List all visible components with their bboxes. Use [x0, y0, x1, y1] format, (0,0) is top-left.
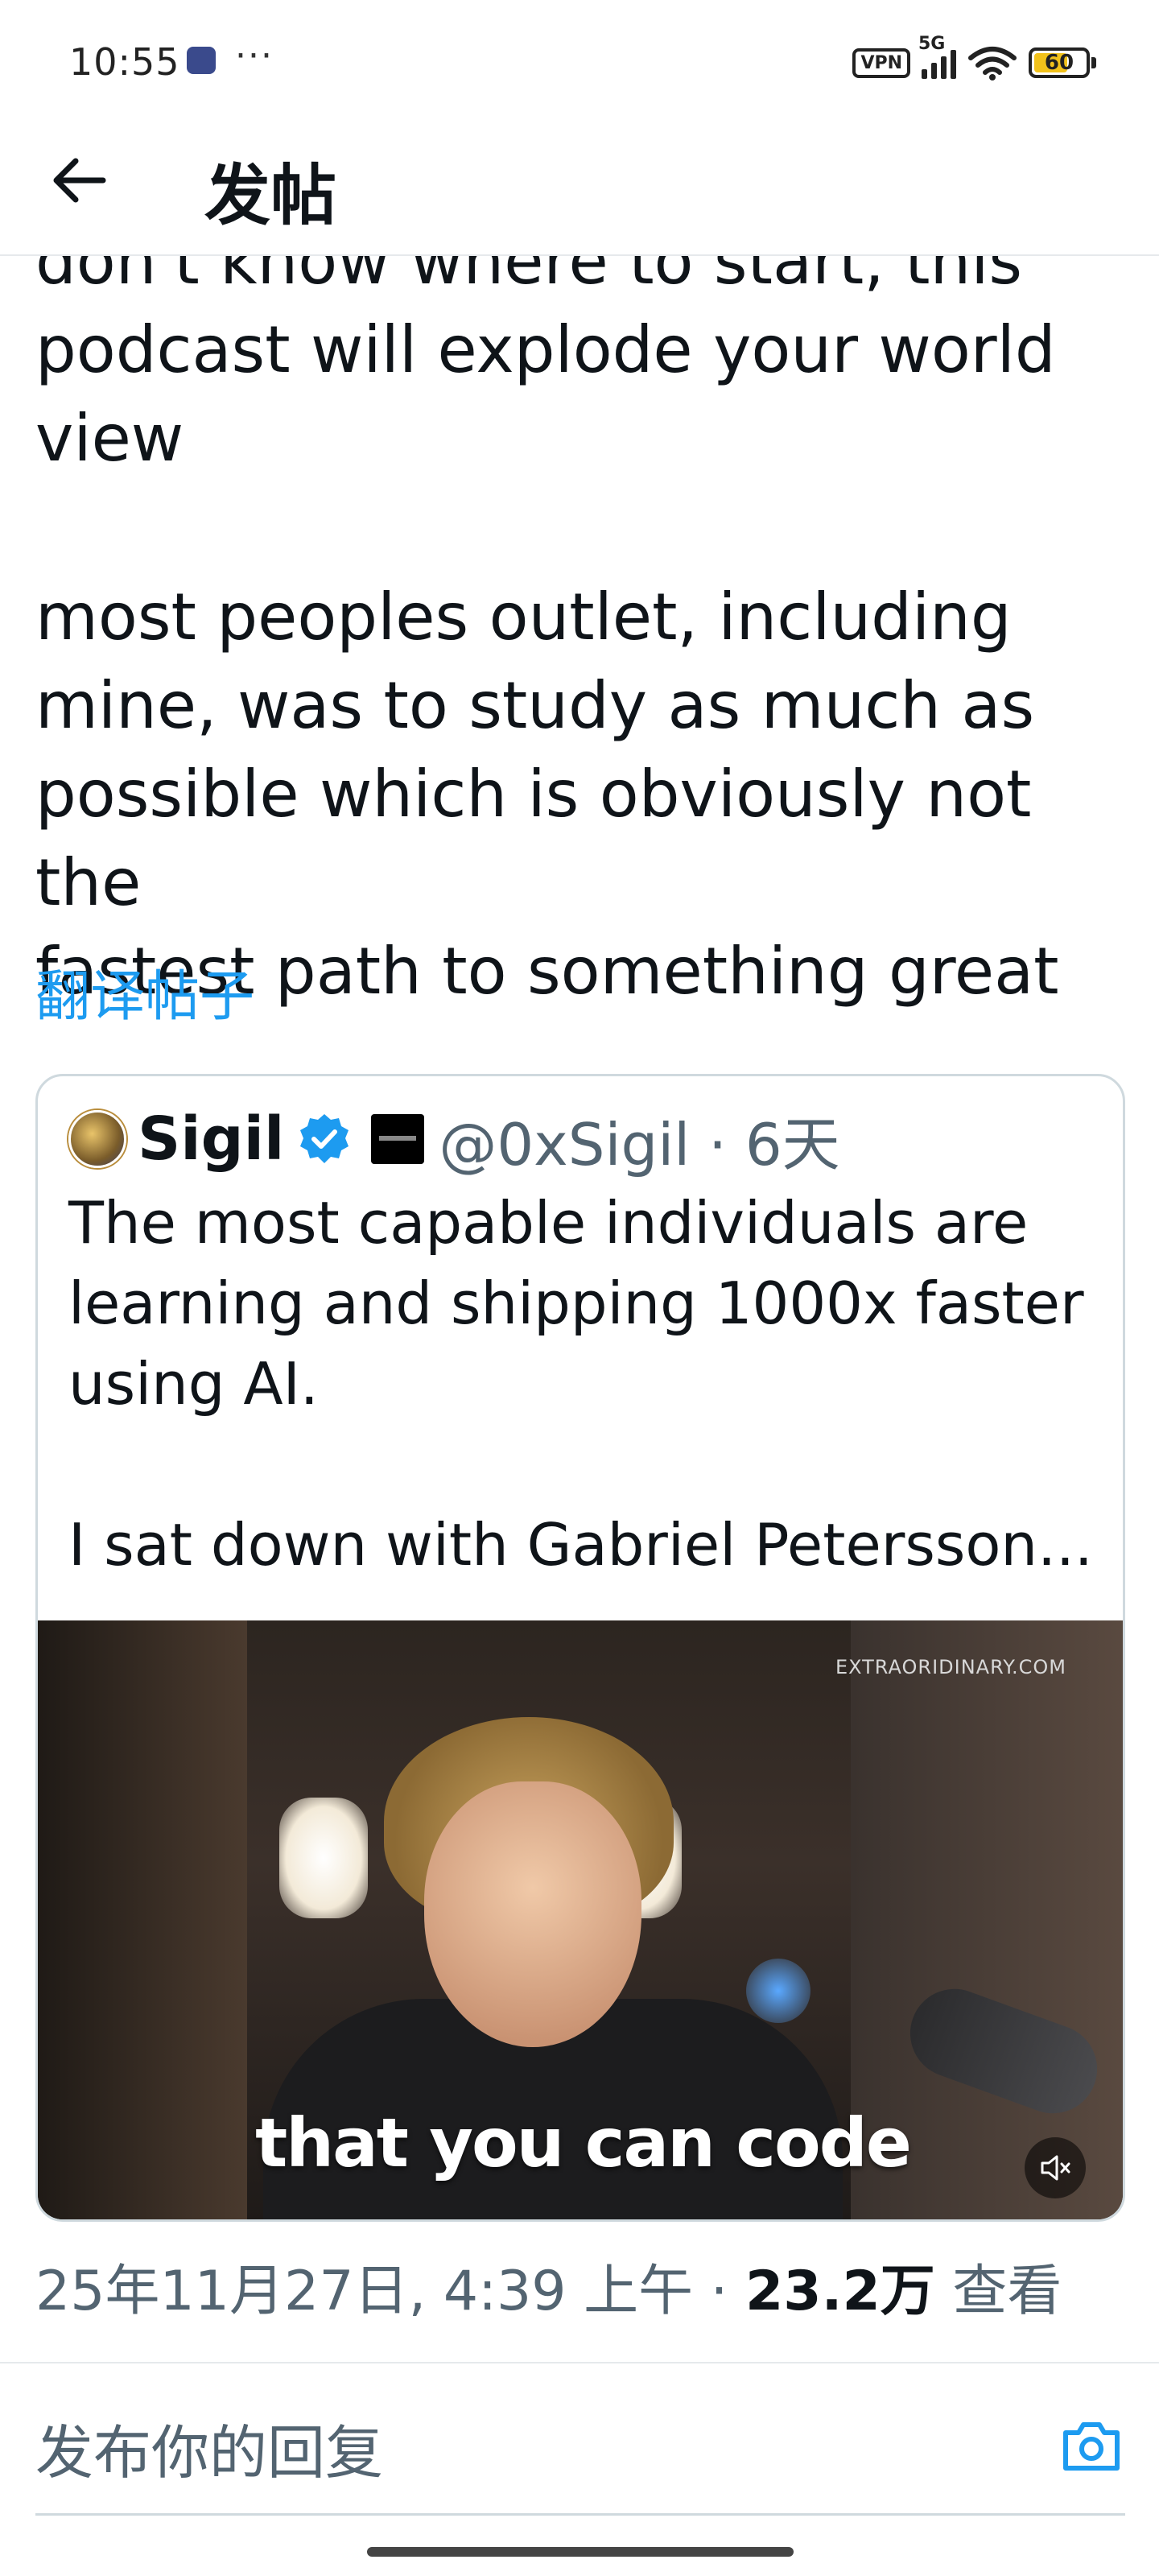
divider	[0, 2362, 1159, 2363]
reply-input[interactable]: 发布你的回复	[35, 2405, 383, 2490]
battery-icon: 60	[1029, 47, 1096, 78]
tweet-meta: 25年11月27日, 4:39 上午 · 23.2万 查看	[35, 2246, 1062, 2326]
quoted-tweet-header: Sigil @0xSigil · 6天	[68, 1100, 840, 1179]
top-bar: 发帖	[0, 121, 1159, 256]
status-icons: VPN 5G 60	[852, 34, 1096, 85]
mute-icon[interactable]	[1025, 2137, 1086, 2198]
reply-underline	[35, 2513, 1125, 2516]
translate-post-link[interactable]: 翻译帖子	[35, 952, 254, 1031]
camera-icon[interactable]	[1061, 2418, 1122, 2473]
video-watermark: EXTRAORIDINARY.COM	[835, 1656, 1066, 1678]
battery-percent: 60	[1044, 51, 1074, 75]
video-caption: that you can code	[255, 2103, 912, 2182]
view-label: 查看	[934, 2260, 1062, 2323]
video-player[interactable]: EXTRAORIDINARY.COM that you can code	[38, 1620, 1123, 2219]
avatar[interactable]	[68, 1110, 126, 1168]
view-count: 23.2万	[744, 2260, 935, 2323]
back-arrow-icon[interactable]	[47, 148, 111, 213]
vpn-icon: VPN	[852, 47, 910, 78]
quoted-tweet-text: The most capable individuals are learnin…	[68, 1189, 1093, 1579]
quoted-author-handle: @0xSigil · 6天	[439, 1110, 840, 1179]
tweet-timestamp: 25年11月27日, 4:39 上午 ·	[35, 2260, 745, 2323]
more-notifications-icon: ···	[235, 35, 274, 76]
verified-badge-icon	[300, 1114, 349, 1163]
tweet-text-paragraph-2: most peoples outlet, including mine, was…	[35, 580, 1059, 1009]
wifi-icon	[968, 47, 1017, 80]
status-time: 10:55	[69, 40, 180, 84]
app-notification-icon	[187, 47, 216, 74]
page-title: 发帖	[204, 158, 337, 234]
network-type: 5G	[918, 34, 946, 54]
quoted-tweet-card[interactable]: Sigil @0xSigil · 6天 The most capable ind…	[35, 1074, 1125, 2222]
tweet-text-paragraph-1: don't know where to start, this podcast …	[35, 224, 1056, 476]
cellular-signal-icon: 5G	[918, 34, 956, 79]
status-bar: 10:55 ··· VPN 5G 60	[0, 0, 1159, 121]
affiliation-badge-icon	[371, 1114, 425, 1164]
home-indicator[interactable]	[367, 2547, 794, 2557]
quoted-author-name[interactable]: Sigil	[138, 1104, 284, 1174]
